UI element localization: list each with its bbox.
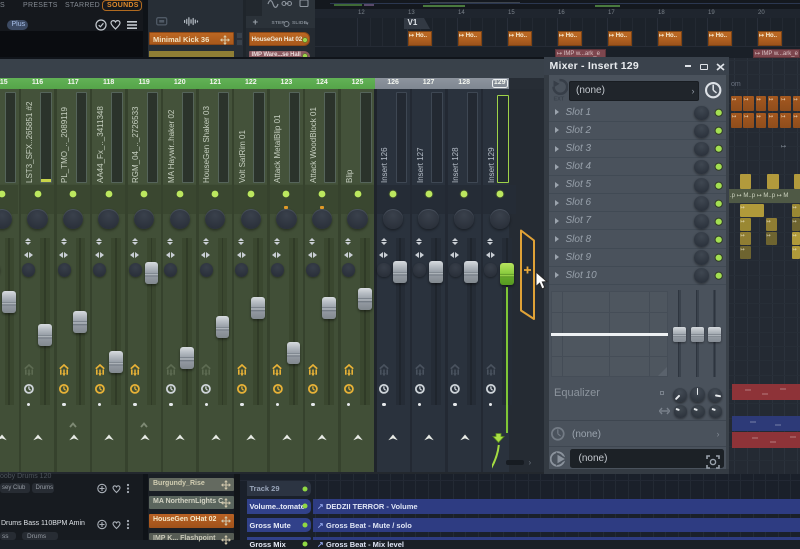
svg-text:EXT: EXT <box>554 97 565 103</box>
